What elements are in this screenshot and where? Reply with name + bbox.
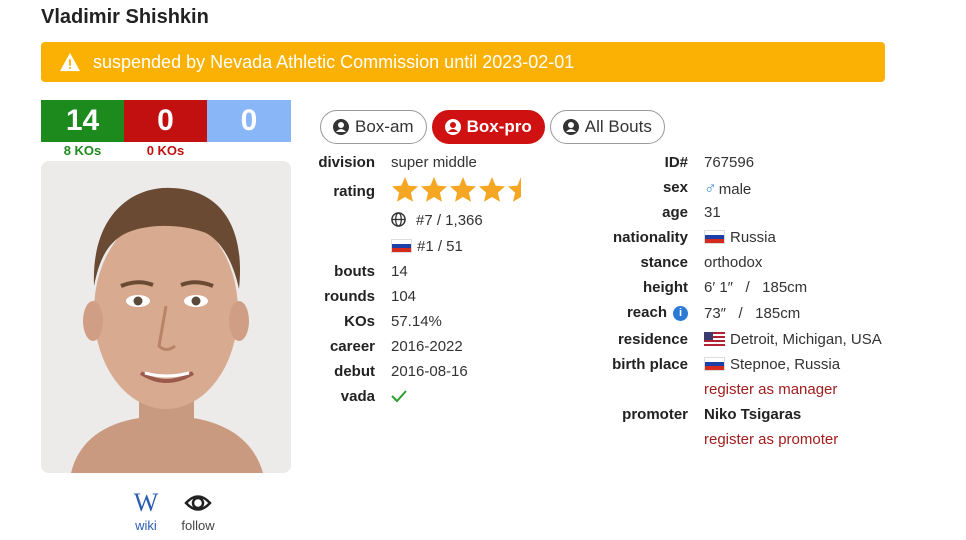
russia-flag-icon bbox=[704, 357, 725, 371]
boxer-photo bbox=[41, 161, 291, 473]
nationality-value: Russia bbox=[704, 229, 776, 246]
suspension-text: suspended by Nevada Athletic Commission … bbox=[93, 51, 575, 72]
wikipedia-icon: W bbox=[133, 488, 159, 517]
division-label: division bbox=[318, 154, 375, 171]
rounds-value: 104 bbox=[391, 288, 417, 305]
rating-stars bbox=[391, 176, 521, 204]
register-manager-link[interactable]: register as manager bbox=[704, 381, 837, 398]
star-icon bbox=[450, 177, 476, 202]
wiki-link[interactable]: W wiki bbox=[132, 488, 160, 534]
russia-flag-icon bbox=[704, 230, 725, 244]
sex-text: male bbox=[718, 181, 752, 198]
residence-text: Detroit, Michigan, USA bbox=[730, 331, 882, 348]
stance-label: stance bbox=[640, 254, 688, 271]
kos-value: 57.14% bbox=[391, 313, 442, 330]
follow-link[interactable]: follow bbox=[178, 490, 218, 533]
vada-label: vada bbox=[340, 388, 375, 405]
suspension-banner: suspended by Nevada Athletic Commission … bbox=[41, 42, 885, 82]
reach-label: reach i bbox=[627, 304, 688, 321]
win-kos: 8 KOs bbox=[63, 143, 102, 158]
world-rank: #7 / 1,366 bbox=[391, 212, 483, 229]
age-value: 31 bbox=[704, 204, 721, 221]
tab-label: Box-pro bbox=[466, 117, 532, 136]
height-label: height bbox=[643, 279, 688, 296]
tab-box-pro[interactable]: Box-pro bbox=[431, 110, 545, 144]
division-value: super middle bbox=[391, 154, 477, 171]
stance-value: orthodox bbox=[704, 254, 763, 271]
bout-tabs: Box-am Box-pro All Bouts bbox=[320, 110, 665, 144]
info-icon[interactable]: i bbox=[673, 306, 688, 321]
height-value: 6′ 1″ / 185cm bbox=[704, 279, 808, 296]
wiki-label: wiki bbox=[135, 518, 157, 533]
country-rank-value: #1 / 51 bbox=[417, 238, 463, 255]
bouts-label: bouts bbox=[334, 263, 375, 280]
debut-value: 2016-08-16 bbox=[391, 363, 468, 380]
eye-icon bbox=[184, 490, 212, 516]
usa-flag-icon bbox=[704, 332, 725, 346]
debut-label: debut bbox=[334, 363, 375, 380]
star-icon bbox=[479, 177, 505, 202]
tab-label: Box-am bbox=[355, 117, 414, 136]
wins-count: 14 bbox=[41, 100, 124, 142]
reach-value: 73″ / 185cm bbox=[704, 305, 801, 322]
globe-icon bbox=[391, 212, 406, 227]
rating-label: rating bbox=[333, 183, 375, 200]
check-icon bbox=[391, 390, 407, 403]
id-label: ID# bbox=[664, 154, 688, 171]
career-value: 2016-2022 bbox=[391, 338, 463, 355]
birth-place-text: Stepnoe, Russia bbox=[730, 356, 841, 373]
person-icon bbox=[333, 119, 349, 135]
boxer-name: Vladimir Shishkin bbox=[41, 6, 209, 28]
world-rank-value: #7 / 1,366 bbox=[416, 212, 483, 229]
warning-icon bbox=[60, 52, 80, 72]
losses-count: 0 bbox=[124, 100, 207, 142]
promoter-label: promoter bbox=[622, 406, 688, 423]
birth-place-value: Stepnoe, Russia bbox=[704, 356, 840, 373]
kos-label: KOs bbox=[344, 313, 375, 330]
register-promoter-link[interactable]: register as promoter bbox=[704, 431, 838, 448]
promoter-value[interactable]: Niko Tsigaras bbox=[704, 406, 801, 423]
id-value: 767596 bbox=[704, 154, 755, 171]
tab-box-am[interactable]: Box-am bbox=[320, 110, 427, 144]
nationality-text: Russia bbox=[730, 229, 776, 246]
record-bar: 14 0 0 bbox=[41, 100, 291, 142]
follow-label: follow bbox=[181, 518, 215, 533]
draws-count: 0 bbox=[207, 100, 291, 142]
russia-flag-icon bbox=[391, 239, 412, 253]
rounds-label: rounds bbox=[324, 288, 375, 305]
person-icon bbox=[444, 119, 461, 135]
birth-place-label: birth place bbox=[612, 356, 688, 373]
star-icon bbox=[421, 177, 447, 202]
person-icon bbox=[562, 119, 579, 135]
sex-label: sex bbox=[662, 179, 688, 196]
residence-label: residence bbox=[617, 331, 688, 348]
tab-all-bouts[interactable]: All Bouts bbox=[549, 110, 665, 144]
career-label: career bbox=[329, 338, 375, 355]
reach-label-text: reach bbox=[626, 304, 667, 321]
bouts-value: 14 bbox=[391, 263, 408, 280]
sex-value: ♂ male bbox=[704, 179, 751, 199]
loss-kos: 0 KOs bbox=[146, 143, 185, 158]
country-rank: #1 / 51 bbox=[391, 238, 463, 255]
tab-label: All Bouts bbox=[584, 117, 652, 136]
star-icon bbox=[508, 177, 521, 202]
age-label: age bbox=[662, 204, 688, 221]
residence-value: Detroit, Michigan, USA bbox=[704, 331, 882, 348]
nationality-label: nationality bbox=[612, 229, 688, 246]
star-icon bbox=[392, 177, 418, 202]
male-icon: ♂ bbox=[704, 179, 717, 198]
